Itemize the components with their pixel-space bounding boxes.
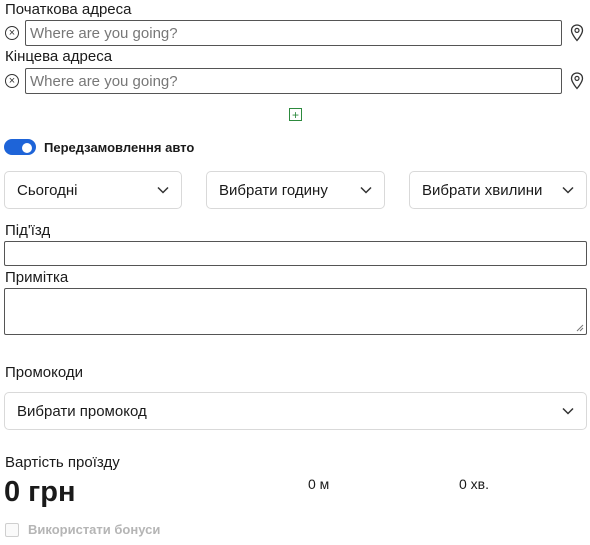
entrance-label: Під'їзд bbox=[5, 222, 51, 239]
clear-start-address-icon[interactable]: × bbox=[5, 26, 19, 40]
location-pin-icon[interactable] bbox=[570, 24, 584, 42]
minute-select[interactable]: Вибрати хвилини bbox=[409, 171, 587, 209]
day-select-value: Сьогодні bbox=[17, 181, 78, 199]
chevron-down-icon bbox=[360, 186, 372, 194]
trip-duration: 0 хв. bbox=[459, 476, 490, 492]
location-pin-icon[interactable] bbox=[570, 72, 584, 90]
minute-select-value: Вибрати хвилини bbox=[422, 181, 543, 199]
start-address-input[interactable] bbox=[25, 20, 562, 46]
add-stop-button[interactable]: + bbox=[289, 108, 302, 121]
promo-select-value: Вибрати промокод bbox=[17, 402, 147, 420]
trip-distance: 0 м bbox=[308, 476, 330, 492]
end-address-label: Кінцева адреса bbox=[5, 48, 113, 65]
fare-price: 0 грн bbox=[4, 476, 76, 508]
promo-select[interactable]: Вибрати промокод bbox=[4, 392, 587, 430]
note-textarea[interactable] bbox=[4, 288, 587, 335]
chevron-down-icon bbox=[157, 186, 169, 194]
day-select[interactable]: Сьогодні bbox=[4, 171, 182, 209]
resize-handle-icon[interactable] bbox=[576, 324, 584, 332]
hour-select-value: Вибрати годину bbox=[219, 181, 328, 199]
promo-label: Промокоди bbox=[5, 364, 83, 381]
chevron-down-icon bbox=[562, 186, 574, 194]
preorder-label: Передзамовлення авто bbox=[44, 140, 195, 155]
plus-icon: + bbox=[291, 107, 299, 122]
use-bonuses-label: Використати бонуси bbox=[28, 522, 161, 537]
start-address-label: Початкова адреса bbox=[5, 1, 132, 18]
preorder-toggle[interactable] bbox=[4, 139, 36, 155]
note-label: Примітка bbox=[5, 269, 69, 286]
entrance-input[interactable] bbox=[4, 241, 587, 266]
chevron-down-icon bbox=[562, 407, 574, 415]
hour-select[interactable]: Вибрати годину bbox=[206, 171, 385, 209]
end-address-input[interactable] bbox=[25, 68, 562, 94]
clear-end-address-icon[interactable]: × bbox=[5, 74, 19, 88]
toggle-knob bbox=[22, 143, 32, 153]
use-bonuses-checkbox[interactable] bbox=[5, 523, 19, 537]
fare-label: Вартість проїзду bbox=[5, 454, 120, 471]
